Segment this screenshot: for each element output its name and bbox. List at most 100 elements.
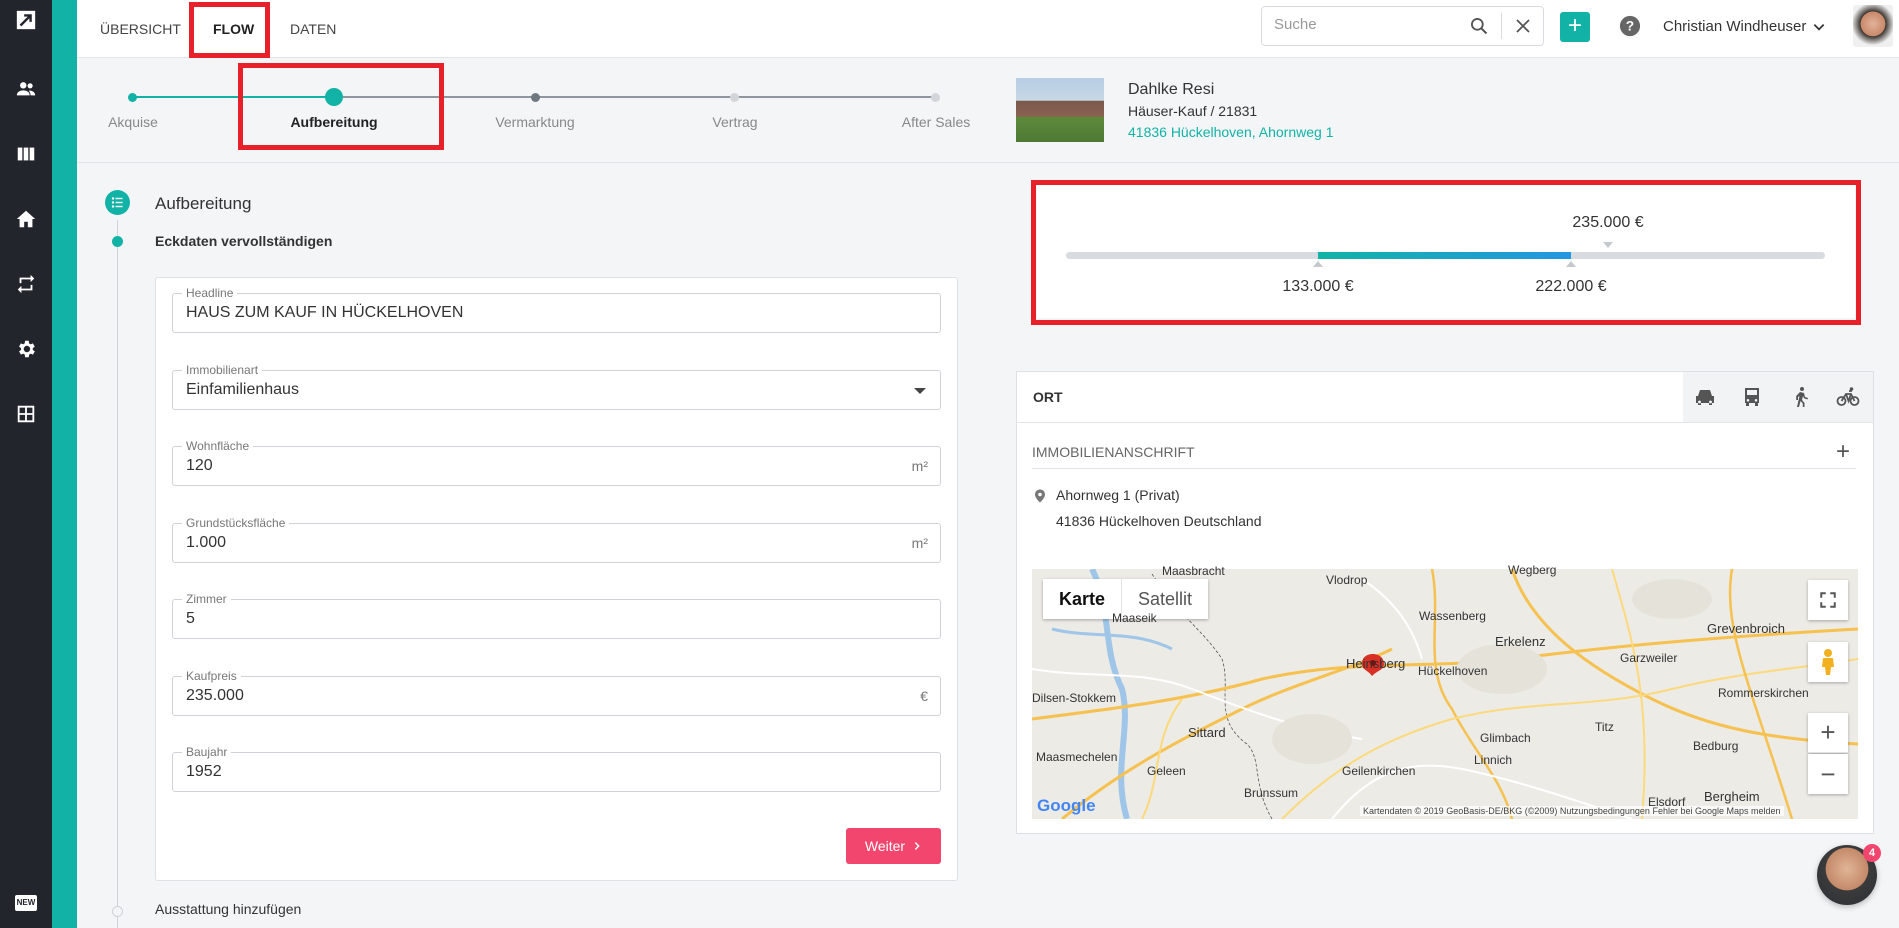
map-attribution[interactable]: Kartendaten © 2019 GeoBasis-DE/BKG (©200…: [1360, 806, 1784, 816]
gear-icon[interactable]: [8, 331, 44, 367]
home-icon[interactable]: [8, 201, 44, 237]
rooms-field[interactable]: Zimmer 5: [172, 592, 941, 639]
headline-field[interactable]: Headline HAUS ZUM KAUF IN HÜCKELHOVEN: [172, 286, 941, 333]
step-dot-vertrag[interactable]: [730, 93, 739, 102]
map-city: Rommerskirchen: [1718, 686, 1809, 700]
price-field[interactable]: Kaufpreis 235.000 €: [172, 669, 941, 716]
avatar[interactable]: [1853, 5, 1893, 47]
step-label-akquise[interactable]: Akquise: [108, 114, 158, 130]
field-label: Headline: [182, 286, 238, 300]
map-city: Sittard: [1188, 725, 1226, 740]
current-price-marker: [1603, 242, 1613, 248]
step-label-vertrag[interactable]: Vertrag: [712, 114, 757, 130]
next-section-dot: [112, 906, 123, 917]
property-thumbnail[interactable]: [1016, 78, 1104, 142]
step-dot-akquise[interactable]: [128, 93, 137, 102]
tab-uebersicht[interactable]: ÜBERSICHT: [100, 0, 181, 58]
address-street: Ahornweg 1 (Privat): [1056, 487, 1180, 503]
high-price-label: 222.000 €: [1535, 278, 1607, 295]
map-city: Bedburg: [1693, 739, 1739, 753]
sidebar: NEW: [0, 0, 52, 928]
people-icon[interactable]: [8, 71, 44, 107]
property-name: Dahlke Resi: [1128, 81, 1215, 98]
bike-icon[interactable]: [1836, 385, 1860, 409]
map-city: Geleen: [1147, 764, 1186, 778]
map-city: Linnich: [1474, 753, 1513, 767]
fullscreen-icon[interactable]: [1808, 580, 1848, 620]
step-label-aufbereitung[interactable]: Aufbereitung: [290, 114, 377, 130]
field-unit: m²: [911, 535, 928, 551]
caret-down-icon: [914, 388, 926, 394]
next-button[interactable]: Weiter: [846, 828, 941, 864]
plot-area-field[interactable]: Grundstücksfläche 1.000 m²: [172, 516, 941, 563]
tab-daten[interactable]: DATEN: [290, 0, 336, 58]
year-built-field[interactable]: Baujahr 1952: [172, 745, 941, 792]
step-dot-after-sales[interactable]: [931, 93, 940, 102]
add-address-icon[interactable]: +: [1836, 438, 1850, 466]
chat-badge: 4: [1863, 844, 1881, 862]
map-city: Erkelenz: [1495, 634, 1546, 649]
map-city: Geilenkirchen: [1342, 764, 1416, 778]
svg-text:?: ?: [1626, 19, 1634, 34]
field-value: 120: [186, 457, 213, 474]
map-city: Dilsen-Stokkem: [1032, 691, 1117, 705]
logo-icon[interactable]: [8, 2, 44, 38]
map-city: Glimbach: [1480, 731, 1531, 745]
map-city: Vlodrop: [1326, 573, 1368, 587]
tab-flow[interactable]: FLOW: [213, 0, 254, 58]
map-city: Maasmechelen: [1036, 750, 1118, 764]
map-city: Wegberg: [1508, 563, 1557, 577]
street-view-icon[interactable]: [1808, 642, 1848, 682]
columns-icon[interactable]: [8, 136, 44, 172]
field-value: 5: [186, 610, 195, 627]
zoom-out-icon[interactable]: −: [1808, 754, 1848, 794]
property-type: Häuser-Kauf / 21831: [1128, 103, 1258, 119]
field-unit: m²: [911, 458, 928, 474]
section-title: Aufbereitung: [155, 194, 252, 213]
property-address-link[interactable]: 41836 Hückelhoven, Ahornweg 1: [1128, 124, 1333, 140]
clear-icon[interactable]: [1514, 17, 1532, 35]
field-label: Kaufpreis: [182, 669, 241, 683]
map-city: Maasbracht: [1162, 564, 1225, 578]
map-city: Hückelhoven: [1418, 664, 1488, 678]
bus-icon[interactable]: [1740, 385, 1764, 409]
subsection-dot: [112, 236, 123, 247]
help-icon[interactable]: ?: [1619, 15, 1641, 37]
field-value: 235.000: [186, 687, 244, 704]
step-dot-vermarktung[interactable]: [531, 93, 540, 102]
user-name[interactable]: Christian Windheuser: [1663, 18, 1806, 35]
map-city: Brunssum: [1244, 786, 1299, 800]
new-badge-icon[interactable]: NEW: [8, 885, 44, 921]
timeline-line: [117, 220, 118, 928]
transport-mode-bar: [1683, 372, 1873, 422]
walk-icon[interactable]: [1789, 385, 1813, 409]
grid-icon[interactable]: [8, 396, 44, 432]
low-price-label: 133.000 €: [1282, 278, 1354, 295]
add-button[interactable]: +: [1560, 12, 1590, 42]
field-value: 1952: [186, 763, 222, 780]
car-icon[interactable]: [1693, 385, 1717, 409]
zoom-in-icon[interactable]: +: [1808, 713, 1848, 753]
search-icon[interactable]: [1469, 16, 1489, 36]
field-label: Immobilienart: [182, 363, 263, 377]
next-section-title[interactable]: Ausstattung hinzufügen: [155, 901, 301, 917]
field-value: 1.000: [186, 534, 227, 551]
step-dot-aufbereitung[interactable]: [325, 88, 343, 106]
property-type-select[interactable]: Immobilienart Einfamilienhaus: [172, 363, 941, 410]
map-city: Titz: [1595, 720, 1614, 734]
living-area-field[interactable]: Wohnfläche 120 m²: [172, 439, 941, 486]
chevron-right-icon: [914, 842, 920, 850]
map-type-karte[interactable]: Karte: [1043, 579, 1121, 619]
map-city: Bergheim: [1704, 789, 1760, 804]
field-label: Wohnfläche: [182, 439, 254, 453]
step-label-vermarktung[interactable]: Vermarktung: [495, 114, 574, 130]
step-label-after-sales[interactable]: After Sales: [902, 114, 970, 130]
address-city: 41836 Hückelhoven Deutschland: [1056, 513, 1262, 529]
search-box: [1261, 6, 1544, 46]
repeat-icon[interactable]: [8, 266, 44, 302]
chevron-down-icon[interactable]: [1812, 20, 1826, 34]
form-card: Headline HAUS ZUM KAUF IN HÜCKELHOVEN Im…: [155, 277, 958, 881]
search-input[interactable]: [1274, 16, 1464, 33]
location-pin-icon: [1034, 489, 1046, 503]
field-value: Einfamilienhaus: [186, 381, 299, 398]
